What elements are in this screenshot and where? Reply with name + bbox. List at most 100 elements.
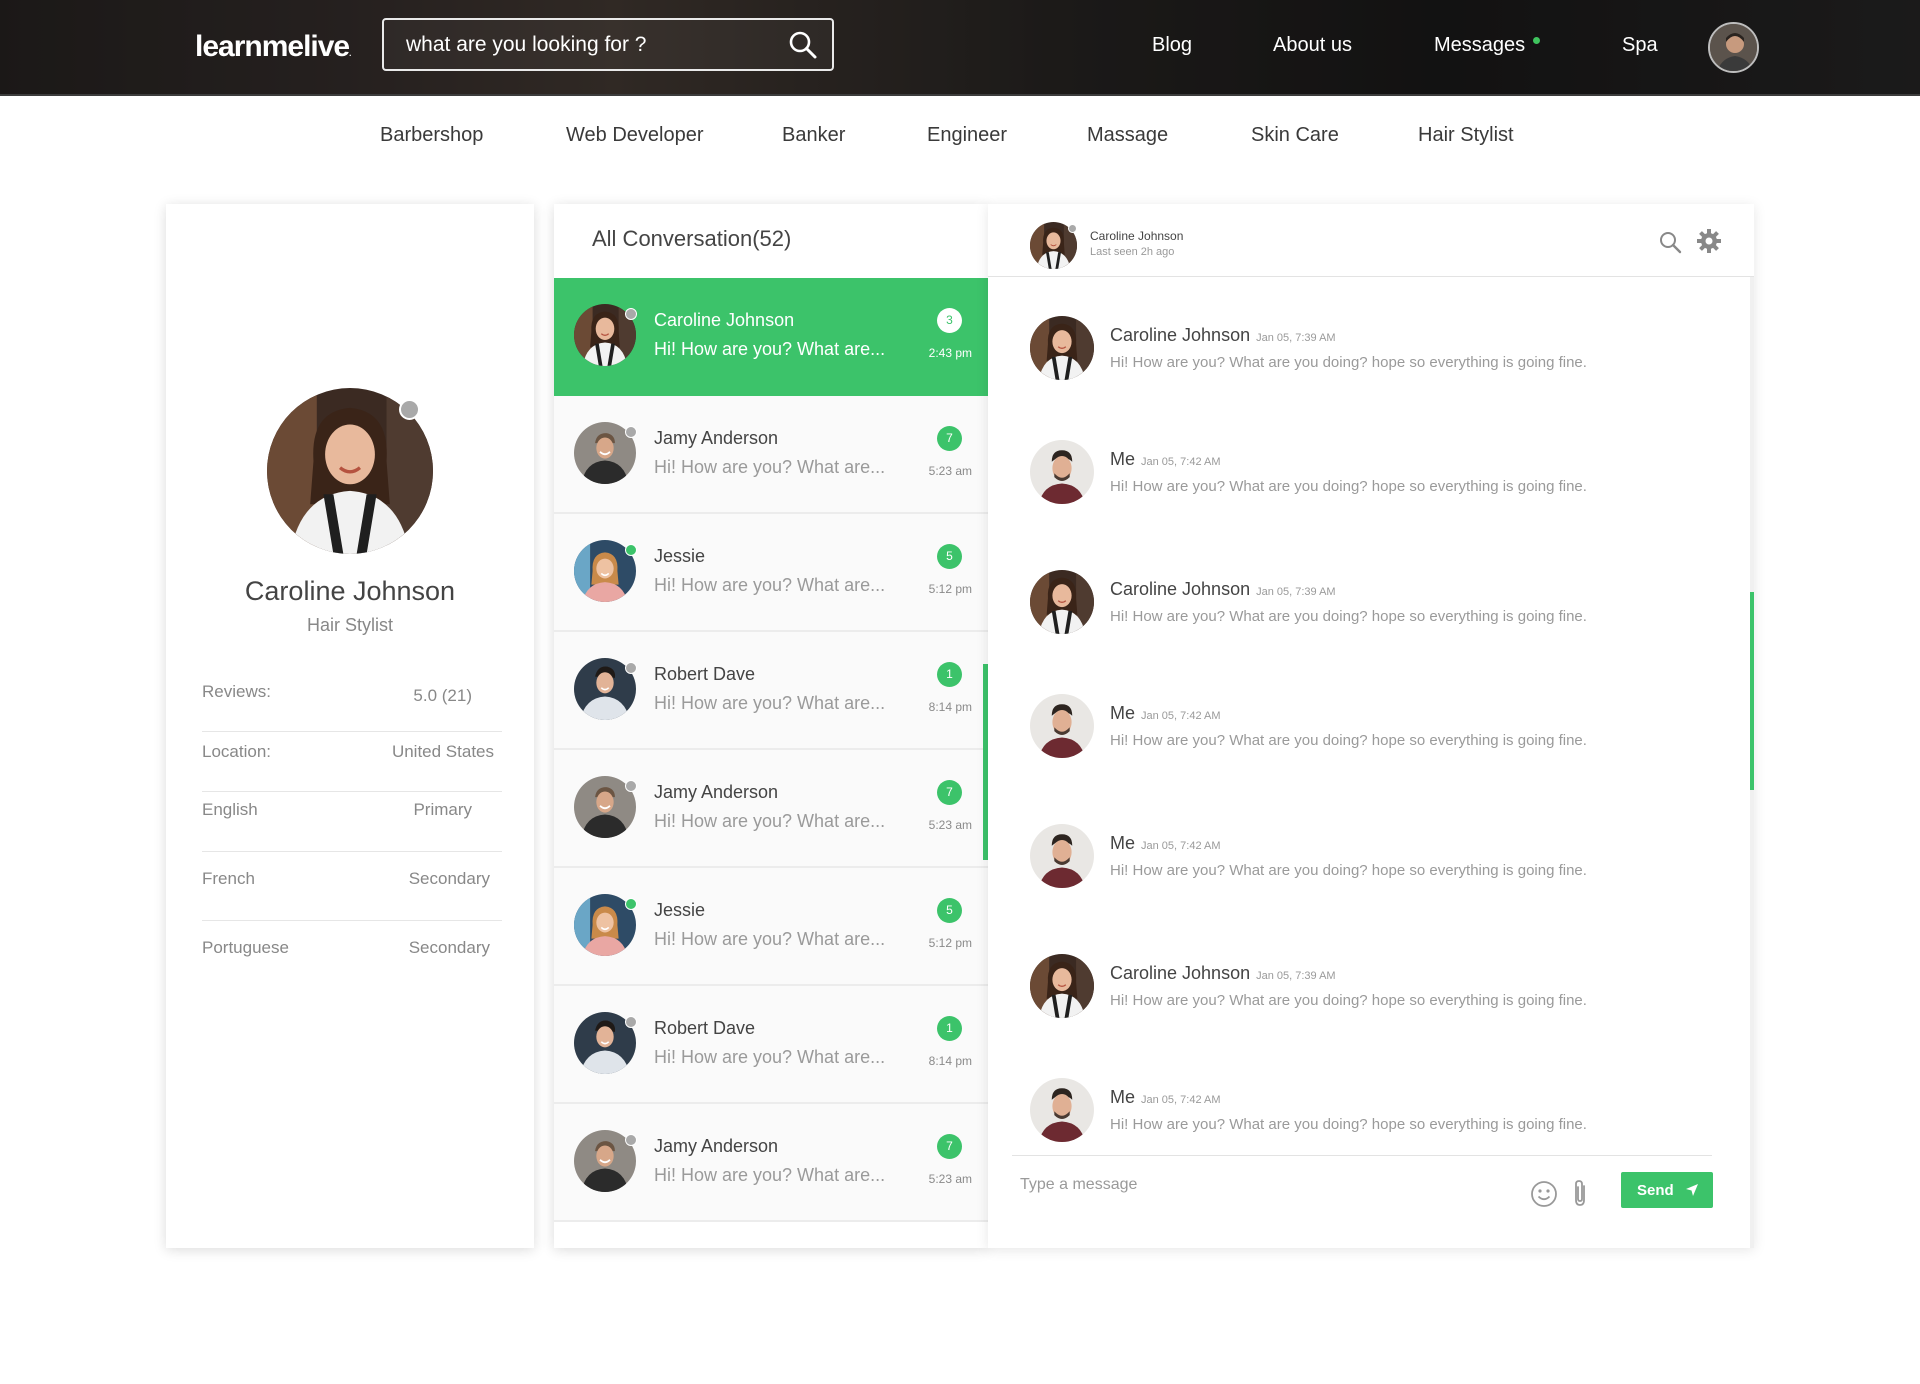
profile-status-indicator: [399, 399, 420, 420]
message-composer: Send: [1012, 1155, 1713, 1248]
message-avatar: [1030, 440, 1094, 504]
category-engineer[interactable]: Engineer: [927, 124, 1007, 147]
unread-count-badge: 7: [937, 1134, 962, 1159]
category-barbershop[interactable]: Barbershop: [380, 124, 483, 147]
category-banker[interactable]: Banker: [782, 124, 845, 147]
offline-status-dot: [625, 1134, 637, 1146]
gear-icon[interactable]: [1696, 228, 1722, 259]
message-text: Hi! How are you? What are you doing? hop…: [1110, 992, 1587, 1009]
unread-count-badge: 5: [937, 898, 962, 923]
message-sender: Me Jan 05, 7:42 AM: [1110, 449, 1221, 470]
unread-count-badge: 1: [937, 1016, 962, 1041]
messages-notification-dot: [1533, 37, 1540, 44]
search-input[interactable]: [406, 32, 776, 57]
logo[interactable]: learnmelive.: [195, 30, 352, 64]
conversation-list: Caroline Johnson Hi! How are you? What a…: [554, 278, 988, 1222]
conversation-panel: All Conversation(52) Caroline Johnson Hi…: [554, 204, 988, 1248]
sender-name: Caroline Johnson: [1110, 325, 1251, 345]
stat-value: Primary: [413, 800, 472, 819]
profile-card: Caroline Johnson Hair Stylist Reviews: 5…: [166, 204, 534, 1248]
unread-count-badge: 1: [937, 662, 962, 687]
unread-count-badge: 7: [937, 780, 962, 805]
conversation-item[interactable]: Robert Dave Hi! How are you? What are...…: [554, 632, 988, 750]
stat-value: Secondary: [408, 938, 490, 957]
conversation-item[interactable]: Jamy Anderson Hi! How are you? What are.…: [554, 750, 988, 868]
message-time: 5:23 am: [928, 818, 972, 832]
message-preview: Hi! How are you? What are...: [654, 693, 886, 713]
online-status-dot: [625, 544, 637, 556]
category-web-developer[interactable]: Web Developer: [566, 124, 703, 147]
conversation-item[interactable]: Jamy Anderson Hi! How are you? What are.…: [554, 1104, 988, 1222]
category-massage[interactable]: Massage: [1087, 124, 1168, 147]
contact-name: Jessie: [654, 546, 706, 566]
stat-label: French: [202, 869, 255, 888]
stat-row-english: English Primary: [202, 800, 502, 852]
message-input[interactable]: [1020, 1176, 1490, 1194]
search-icon[interactable]: [1658, 230, 1682, 259]
message-avatar: [1030, 954, 1094, 1018]
message-text: Hi! How are you? What are you doing? hop…: [1110, 608, 1587, 625]
search-icon[interactable]: [788, 30, 818, 65]
message-text: Hi! How are you? What are you doing? hop…: [1110, 354, 1587, 371]
stat-label: Reviews:: [202, 682, 271, 701]
category-skin-care[interactable]: Skin Care: [1251, 124, 1339, 147]
contact-name: Robert Dave: [654, 664, 756, 684]
chat-scrollbar-thumb[interactable]: [1750, 592, 1754, 790]
contact-name: Robert Dave: [654, 1018, 756, 1038]
offline-status-dot: [625, 662, 637, 674]
sender-name: Me: [1110, 449, 1136, 469]
search-box: [382, 18, 834, 71]
conversation-item[interactable]: Caroline Johnson Hi! How are you? What a…: [554, 278, 988, 396]
message-time: 5:12 pm: [928, 582, 972, 596]
send-button[interactable]: Send: [1621, 1172, 1713, 1208]
attachment-icon[interactable]: [1570, 1178, 1590, 1213]
message-preview: Hi! How are you? What are...: [654, 1047, 886, 1067]
conversation-item[interactable]: Jessie Hi! How are you? What are... 5 5:…: [554, 514, 988, 632]
stat-value: Secondary: [408, 869, 490, 888]
message-preview: Hi! How are you? What are...: [654, 457, 886, 477]
nav-spa-link[interactable]: Spa: [1622, 34, 1658, 57]
emoji-icon[interactable]: [1530, 1180, 1558, 1213]
offline-status-dot: [625, 426, 637, 438]
category-hair-stylist[interactable]: Hair Stylist: [1418, 124, 1514, 147]
send-icon: [1686, 1184, 1698, 1196]
message-time: 2:43 pm: [928, 346, 972, 360]
message-time: 5:12 pm: [928, 936, 972, 950]
chat-message: Me Jan 05, 7:42 AM Hi! How are you? What …: [1030, 440, 1710, 520]
message-sender: Me Jan 05, 7:42 AM: [1110, 703, 1221, 724]
message-avatar: [1030, 1078, 1094, 1142]
user-avatar[interactable]: [1708, 22, 1759, 73]
unread-count-badge: 3: [937, 308, 962, 333]
stat-row-location: Location: United States: [202, 742, 502, 792]
contact-name: Jessie: [654, 900, 706, 920]
chat-message: Caroline Johnson Jan 05, 7:39 AM Hi! How …: [1030, 316, 1710, 396]
stat-label: English: [202, 800, 258, 819]
sender-name: Me: [1110, 703, 1136, 723]
send-button-label: Send: [1637, 1181, 1674, 1199]
message-time: 5:23 am: [928, 464, 972, 478]
nav-about-link[interactable]: About us: [1273, 34, 1352, 57]
chat-message: Me Jan 05, 7:42 AM Hi! How are you? What …: [1030, 694, 1710, 774]
message-avatar: [1030, 694, 1094, 758]
chat-message: Caroline Johnson Jan 05, 7:39 AM Hi! How …: [1030, 570, 1710, 650]
sender-name: Me: [1110, 833, 1136, 853]
contact-name: Caroline Johnson: [654, 310, 795, 330]
conversation-item[interactable]: Jamy Anderson Hi! How are you? What are.…: [554, 396, 988, 514]
nav-messages-link[interactable]: Messages: [1434, 34, 1525, 57]
unread-count-badge: 5: [937, 544, 962, 569]
stat-row-reviews: Reviews: 5.0 (21): [202, 682, 502, 732]
profile-role: Hair Stylist: [306, 615, 393, 635]
conversation-item[interactable]: Robert Dave Hi! How are you? What are...…: [554, 986, 988, 1104]
message-preview: Hi! How are you? What are...: [654, 339, 886, 359]
message-timestamp: Jan 05, 7:39 AM: [1256, 586, 1336, 598]
message-avatar: [1030, 570, 1094, 634]
conversation-item[interactable]: Jessie Hi! How are you? What are... 5 5:…: [554, 868, 988, 986]
message-timestamp: Jan 05, 7:42 AM: [1141, 840, 1221, 852]
stat-label: Portuguese: [202, 938, 289, 957]
offline-status-dot: [625, 1016, 637, 1028]
sender-name: Me: [1110, 1087, 1136, 1107]
message-text: Hi! How are you? What are you doing? hop…: [1110, 478, 1587, 495]
message-timestamp: Jan 05, 7:39 AM: [1256, 332, 1336, 344]
nav-blog-link[interactable]: Blog: [1152, 34, 1192, 57]
message-preview: Hi! How are you? What are...: [654, 1165, 886, 1185]
